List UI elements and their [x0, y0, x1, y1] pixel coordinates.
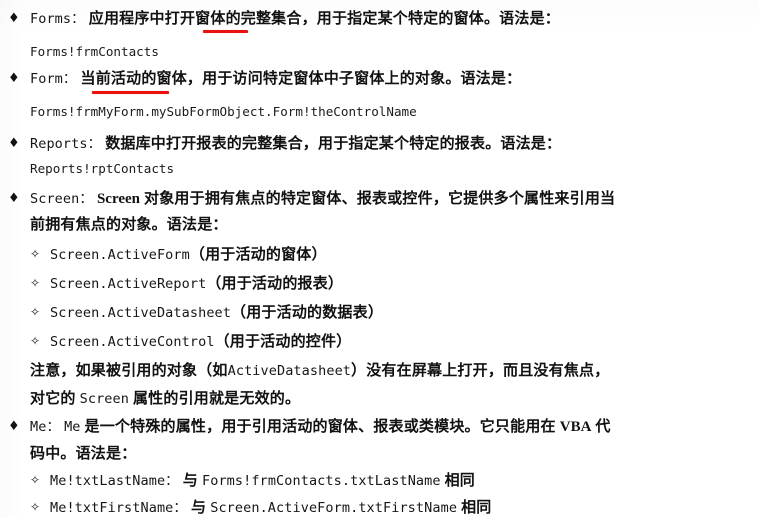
code-line-reports: Reports!rptContacts	[30, 161, 175, 176]
forms-desc-after: 窗体的完整集合，用于指定某个特定的窗体。语法是：	[195, 11, 560, 27]
me-desc-vba: VBA	[559, 419, 592, 435]
me-desc-line2: 码中。语法是：	[30, 446, 137, 462]
screen-note-line2-a: 对它的	[30, 391, 76, 407]
sub-item-activecontrol: ✧ Screen.ActiveControl （用于活动的控件）	[30, 335, 351, 350]
sub-item-me-txtfirstname: ✧ Me!txtFirstName： 与 Screen.ActiveForm.t…	[30, 501, 491, 516]
list-item-me: ♦ Me： Me 是一个特殊的属性，用于引用活动的窗体、报表或类模块。它只能用在…	[8, 420, 611, 435]
red-underline-annotation-2	[92, 91, 169, 95]
screen-note-line2-code: Screen	[79, 391, 129, 407]
screen-activereport-code: Screen.ActiveReport	[50, 276, 207, 292]
forms-desc-before: 应用程序中	[88, 11, 165, 27]
forms-code: Forms!frmContacts	[30, 44, 159, 59]
sub-item-activedatasheet: ✧ Screen.ActiveDatasheet （用于活动的数据表）	[30, 306, 383, 321]
diamond-hollow-bullet-icon: ✧	[30, 334, 41, 348]
screen-activedatasheet-note: （用于活动的数据表）	[231, 305, 384, 321]
diamond-hollow-bullet-icon: ✧	[30, 305, 41, 319]
sub-item-activereport: ✧ Screen.ActiveReport （用于活动的报表）	[30, 277, 343, 292]
screen-activereport-note: （用于活动的报表）	[206, 276, 344, 292]
screen-note-line1-b: ）没有在屏幕上打开，而且没有焦点，	[351, 363, 610, 379]
reports-code: Reports!rptContacts	[30, 161, 175, 176]
screen-note-line1: 注意，如果被引用的对象（如 ActiveDatasheet ）没有在屏幕上打开，…	[30, 364, 609, 379]
me-txtlastname-tail: 相同	[444, 473, 476, 489]
scanned-page: ♦ Forms： 应用程序中 打开 窗体的完整集合，用于指定某个特定的窗体。语法…	[0, 0, 759, 518]
term-screen: Screen：	[30, 191, 93, 207]
screen-activeform-note: （用于活动的窗体）	[189, 247, 327, 263]
screen-note-line2: 对它的 Screen 属性的引用就是无效的。	[30, 392, 300, 407]
screen-desc-line2: 前拥有焦点的对象。语法是：	[30, 217, 228, 233]
screen-activecontrol-note: （用于活动的控件）	[214, 334, 352, 350]
code-line-form: Forms!frmMyForm.mySubFormObject.Form!the…	[30, 104, 417, 119]
diamond-filled-bullet-icon: ♦	[8, 419, 20, 434]
sub-item-me-txtlastname: ✧ Me!txtLastName： 与 Forms!frmContacts.tx…	[30, 474, 475, 489]
me-txtlastname-conj: 与	[182, 473, 198, 489]
list-item-screen: ♦ Screen： Screen 对象用于拥有焦点的特定窗体、报表或控件，它提供…	[8, 192, 615, 207]
screen-activecontrol-code: Screen.ActiveControl	[50, 334, 215, 350]
me-desc-line1: 是一个特殊的属性，用于引用活动的窗体、报表或类模块。它只能用在	[84, 419, 556, 435]
term-me-inline: Me	[64, 419, 81, 435]
diamond-filled-bullet-icon: ♦	[8, 136, 20, 151]
screen-note-line2-b: 属性的引用就是无效的。	[132, 391, 301, 407]
term-screen-inline: Screen	[96, 191, 141, 207]
diamond-filled-bullet-icon: ♦	[8, 11, 20, 26]
term-form: Form：	[30, 71, 77, 87]
term-reports: Reports：	[30, 136, 102, 152]
diamond-hollow-bullet-icon: ✧	[30, 473, 41, 487]
diamond-filled-bullet-icon: ♦	[8, 71, 20, 86]
forms-desc-marked: 打开	[164, 11, 196, 27]
screen-note-line1-a: 注意，如果被引用的对象（如	[30, 363, 228, 379]
term-forms: Forms：	[30, 11, 85, 27]
code-line-forms: Forms!frmContacts	[30, 44, 159, 59]
diamond-hollow-bullet-icon: ✧	[30, 247, 41, 261]
screen-desc-line1: 对象用于拥有焦点的特定窗体、报表或控件，它提供多个属性来引用当	[144, 191, 616, 207]
form-desc-after: 的窗体，用于访问特定窗体中子窗体上的对象。语法是：	[141, 71, 522, 87]
reports-desc: 数据库中打开报表的完整集合，用于指定某个特定的报表。语法是：	[105, 136, 562, 152]
me-txtfirstname-conj: 与	[191, 500, 207, 516]
diamond-hollow-bullet-icon: ✧	[30, 500, 41, 514]
form-code: Forms!frmMyForm.mySubFormObject.Form!the…	[30, 104, 417, 119]
diamond-hollow-bullet-icon: ✧	[30, 276, 41, 290]
list-item-form: ♦ Form： 当前活动 的窗体，用于访问特定窗体中子窗体上的对象。语法是：	[8, 72, 521, 87]
screen-desc-line2-row: 前拥有焦点的对象。语法是：	[30, 218, 228, 233]
me-desc-tail2: 代	[595, 419, 611, 435]
me-desc-line2-row: 码中。语法是：	[30, 447, 136, 462]
sub-item-activeform: ✧ Screen.ActiveForm （用于活动的窗体）	[30, 248, 327, 263]
me-txtlastname-code2: Forms!frmContacts.txtLastName	[202, 473, 441, 489]
list-item-reports: ♦ Reports： 数据库中打开报表的完整集合，用于指定某个特定的报表。语法是…	[8, 137, 561, 152]
me-txtfirstname-code2: Screen.ActiveForm.txtFirstName	[210, 500, 458, 516]
screen-activedatasheet-code: Screen.ActiveDatasheet	[50, 305, 232, 321]
list-item-forms: ♦ Forms： 应用程序中 打开 窗体的完整集合，用于指定某个特定的窗体。语法…	[8, 12, 560, 27]
me-txtlastname-code: Me!txtLastName：	[50, 473, 179, 489]
diamond-filled-bullet-icon: ♦	[8, 191, 20, 206]
me-txtfirstname-tail: 相同	[461, 500, 492, 516]
screen-activeform-code: Screen.ActiveForm	[50, 247, 190, 263]
red-underline-annotation-1	[203, 30, 248, 34]
term-me: Me：	[30, 419, 61, 435]
me-txtfirstname-code: Me!txtFirstName：	[50, 500, 188, 516]
form-desc-marked: 当前活动	[80, 71, 142, 87]
screen-note-line1-code: ActiveDatasheet	[227, 363, 352, 379]
